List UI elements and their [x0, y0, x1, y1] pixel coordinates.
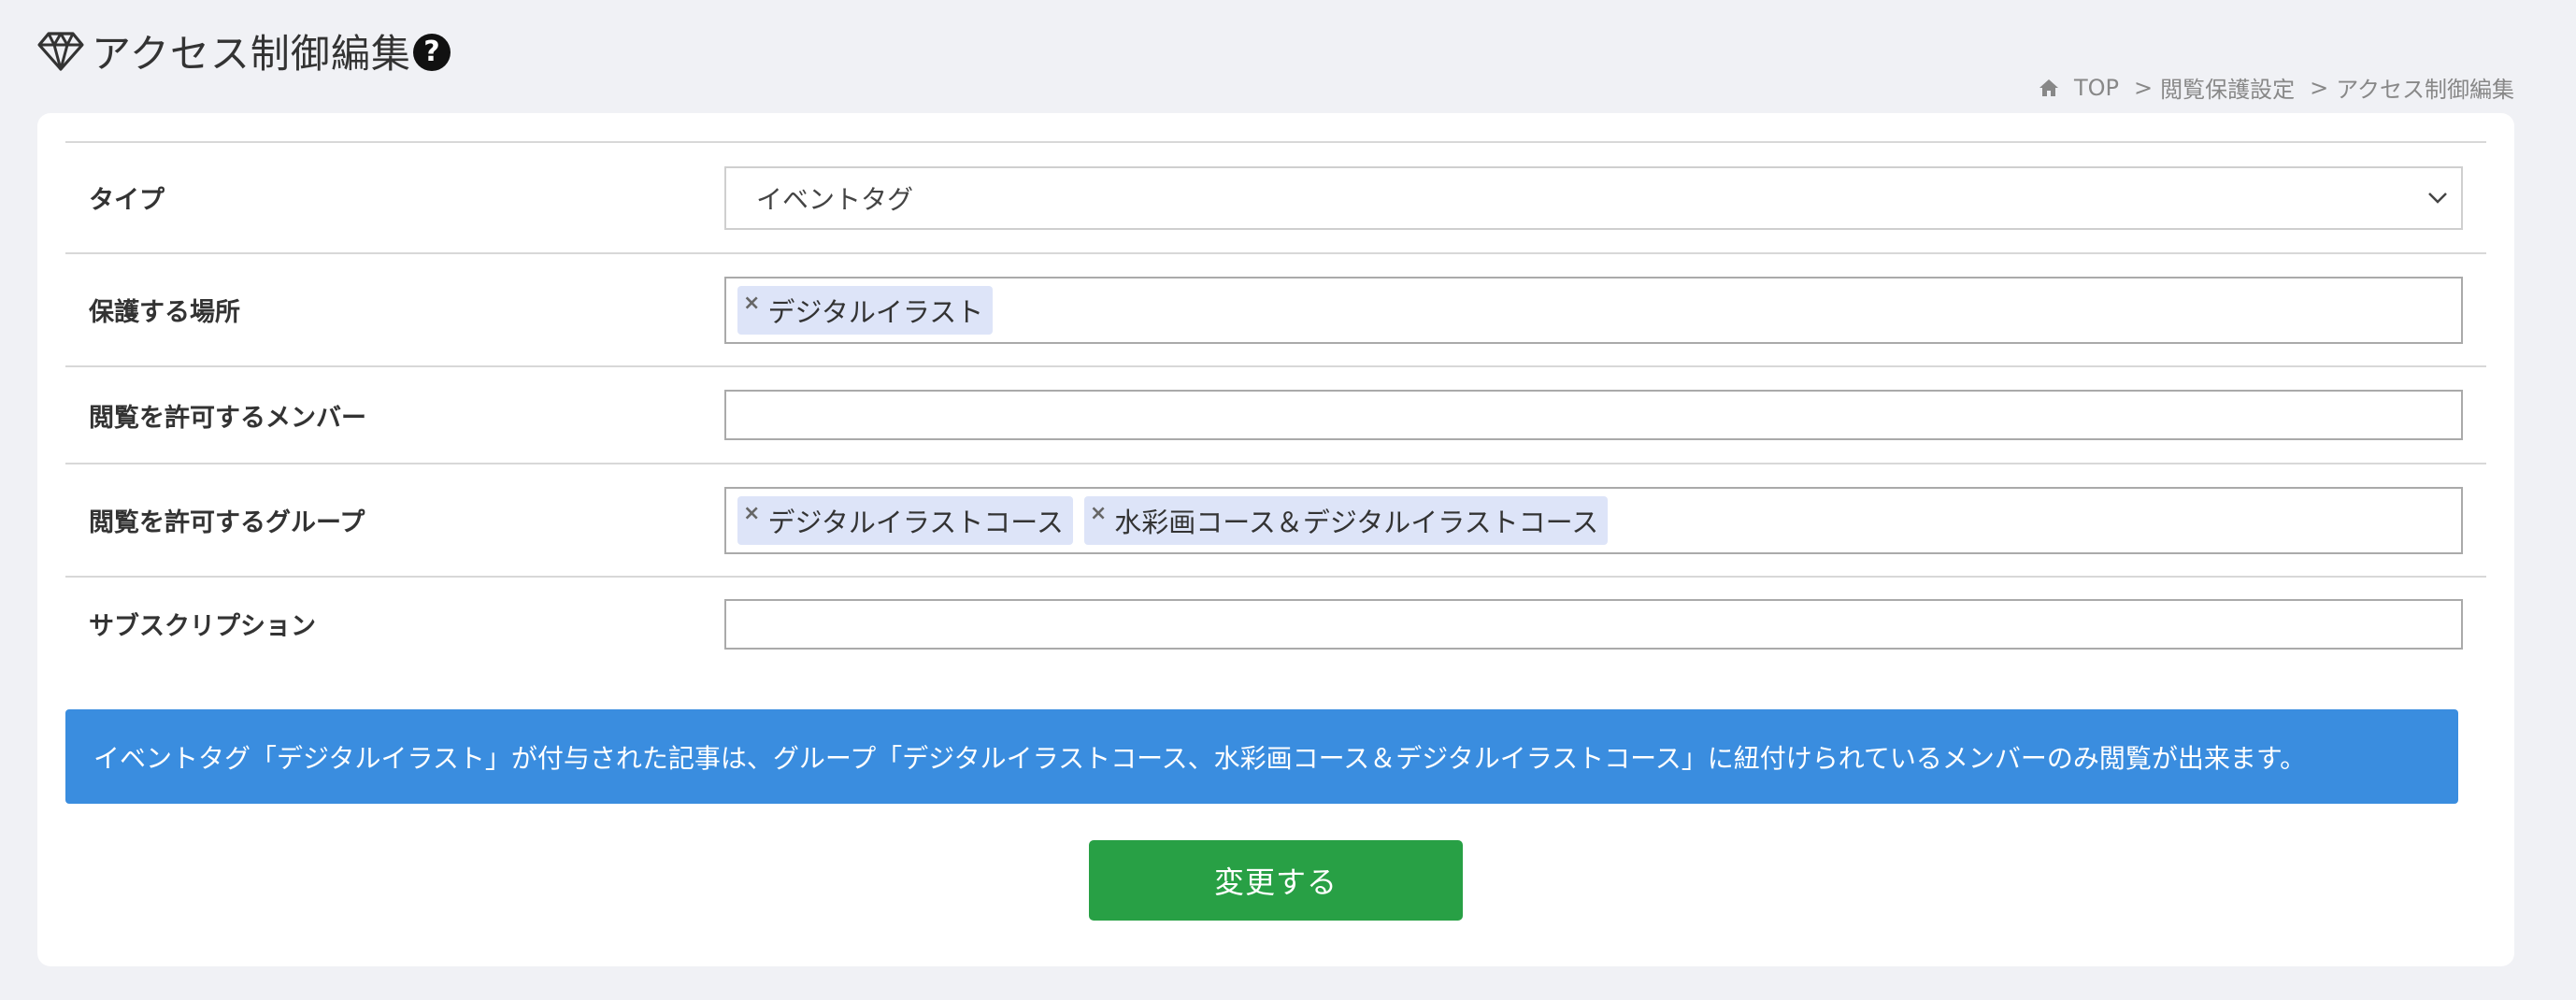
group-tag: × デジタルイラストコース: [737, 495, 1073, 545]
form-card: タイプ イベントタグ 保護する場所 × デジタルイラスト 閲覧を許可するメンバー: [37, 113, 2514, 966]
page-header: アクセス制御編集 ?: [36, 22, 451, 79]
breadcrumb-current: アクセス制御編集: [2336, 77, 2514, 103]
remove-tag-icon[interactable]: ×: [743, 292, 760, 315]
type-select-value: イベントタグ: [756, 183, 914, 215]
groups-label: 閲覧を許可するグループ: [89, 508, 365, 537]
form-row-groups: 閲覧を許可するグループ × デジタルイラストコース × 水彩画コース＆デジタルイ…: [65, 464, 2486, 578]
form-row-type: タイプ イベントタグ: [65, 143, 2486, 254]
subscription-tag-input[interactable]: [724, 598, 2463, 650]
breadcrumb: TOP > 閲覧保護設定 > アクセス制御編集: [2039, 71, 2514, 104]
type-select[interactable]: イベントタグ: [724, 165, 2463, 230]
chevron-down-icon: [2428, 192, 2447, 204]
page-title: アクセス制御編集: [92, 30, 411, 77]
subscription-label: サブスクリプション: [89, 612, 316, 641]
breadcrumb-separator: >: [2310, 74, 2329, 101]
breadcrumb-top[interactable]: TOP: [2074, 75, 2119, 101]
breadcrumb-separator: >: [2133, 74, 2154, 101]
remove-tag-icon[interactable]: ×: [743, 502, 760, 525]
location-tag: × デジタルイラスト: [737, 285, 994, 335]
members-label: 閲覧を許可するメンバー: [89, 403, 366, 433]
location-tag-input[interactable]: × デジタルイラスト: [724, 276, 2463, 344]
tag-label: 水彩画コース＆デジタルイラストコース: [1114, 506, 1599, 538]
tag-label: デジタルイラストコース: [767, 506, 1064, 538]
tag-label: デジタルイラスト: [767, 295, 984, 328]
form-table: タイプ イベントタグ 保護する場所 × デジタルイラスト 閲覧を許可するメンバー: [65, 141, 2486, 670]
members-tag-input[interactable]: [724, 390, 2463, 440]
home-icon: [2039, 79, 2058, 96]
help-icon[interactable]: ?: [412, 34, 451, 71]
form-row-location: 保護する場所 × デジタルイラスト: [65, 254, 2486, 367]
location-label: 保護する場所: [89, 298, 240, 327]
group-tag: × 水彩画コース＆デジタルイラストコース: [1083, 495, 1609, 545]
form-row-subscription: サブスクリプション: [65, 578, 2486, 670]
breadcrumb-access-protection[interactable]: 閲覧保護設定: [2160, 71, 2295, 104]
type-label: タイプ: [89, 186, 165, 215]
submit-button[interactable]: 変更する: [1089, 840, 1463, 921]
form-row-members: 閲覧を許可するメンバー: [65, 367, 2486, 464]
groups-tag-input[interactable]: × デジタルイラストコース × 水彩画コース＆デジタルイラストコース: [724, 486, 2463, 554]
remove-tag-icon[interactable]: ×: [1090, 502, 1107, 525]
gem-icon: [37, 32, 84, 71]
access-notice: イベントタグ「デジタルイラスト」が付与された記事は、グループ「デジタルイラストコ…: [65, 709, 2458, 804]
